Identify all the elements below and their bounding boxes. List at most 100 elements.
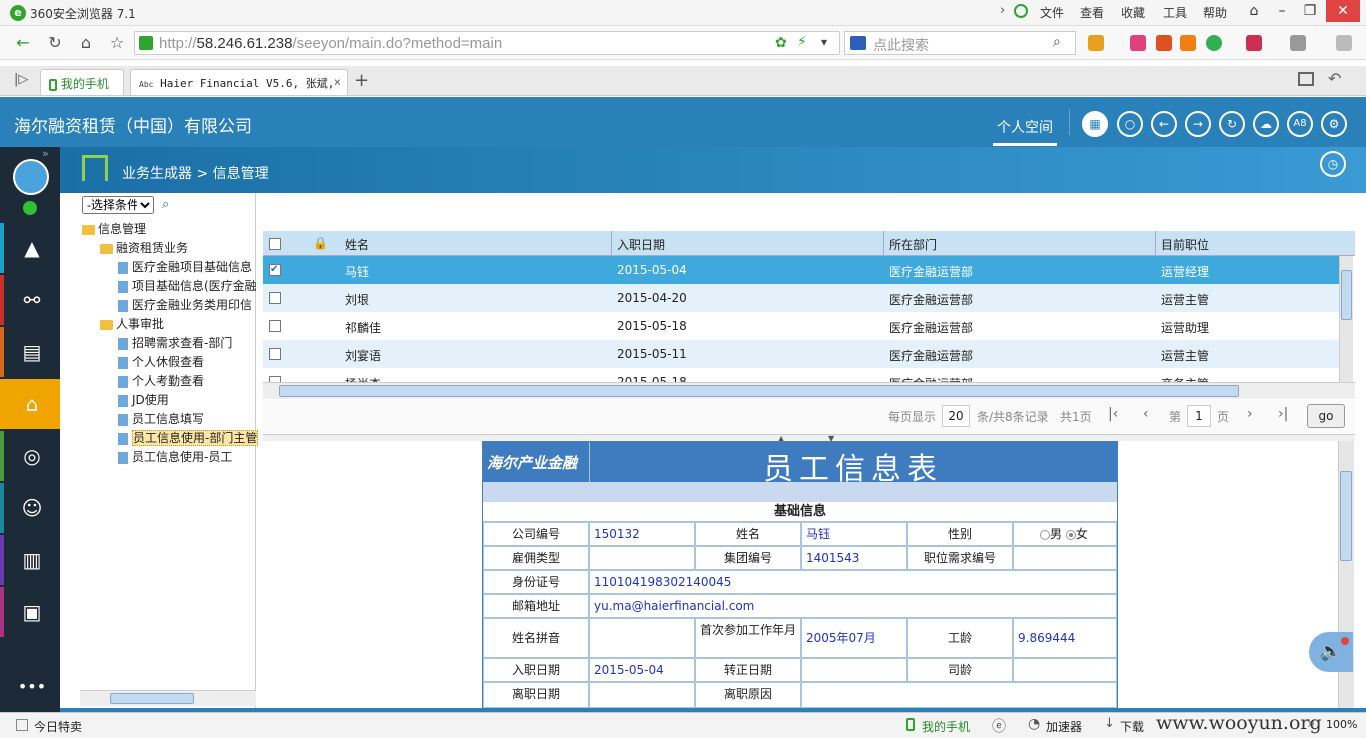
tree-node[interactable]: 信息管理 xyxy=(82,220,146,239)
first-page-icon[interactable]: |‹ xyxy=(1108,406,1118,422)
close-button[interactable]: ✕ xyxy=(1326,0,1360,22)
search-input[interactable]: 点此搜索 ⌕ xyxy=(844,31,1076,55)
close-tab-icon[interactable]: × xyxy=(334,75,341,89)
flight-icon[interactable] xyxy=(1180,35,1196,51)
tree-node[interactable]: 项目基础信息(医疗金融 xyxy=(118,277,257,296)
screenshot-icon[interactable] xyxy=(1290,35,1306,51)
forward-icon[interactable]: → xyxy=(1185,111,1211,137)
splitter[interactable]: ▲ ▼ xyxy=(263,434,1355,443)
tree-node[interactable]: 个人考勤查看 xyxy=(118,372,204,391)
cloud-icon[interactable]: ☁ xyxy=(1253,111,1279,137)
email-field[interactable]: yu.ma@haierfinancial.com xyxy=(589,594,1117,618)
leave-reason-field[interactable] xyxy=(801,682,1117,708)
lightning-icon[interactable]: ⚡ xyxy=(797,34,807,50)
sidebar-toggle-icon[interactable]: |▷ xyxy=(14,72,28,87)
nav-news-icon[interactable]: ▣ xyxy=(0,587,60,637)
menu-tools[interactable]: 工具 xyxy=(1163,4,1187,21)
scroll-thumb[interactable] xyxy=(1340,471,1352,561)
req-no-field[interactable] xyxy=(1013,546,1117,570)
female-radio[interactable] xyxy=(1065,529,1076,540)
last-page-icon[interactable]: ›| xyxy=(1278,406,1288,422)
tree-node[interactable]: 个人休假查看 xyxy=(118,353,204,372)
user-icon[interactable] xyxy=(1014,4,1028,18)
company-no-field[interactable]: 150132 xyxy=(589,522,695,546)
a8-icon[interactable]: A8 xyxy=(1287,111,1313,137)
tree-hscrollbar[interactable] xyxy=(80,690,256,706)
maximize-button[interactable]: ❐ xyxy=(1296,0,1324,22)
pin-icon[interactable]: ⌂ xyxy=(1240,0,1268,22)
col-dept[interactable]: 所在部门 xyxy=(889,236,937,253)
my-phone-link[interactable]: 我的手机 xyxy=(922,718,970,735)
new-tab-button[interactable]: + xyxy=(354,70,369,91)
back-icon[interactable]: ← xyxy=(1151,111,1177,137)
tree-node[interactable]: 人事审批 xyxy=(100,315,164,334)
tree-node[interactable]: 融资租赁业务 xyxy=(100,239,188,258)
row-checkbox[interactable]: ✔ xyxy=(269,264,281,276)
menu-help[interactable]: 帮助 xyxy=(1203,4,1227,21)
nav-target-icon[interactable]: ◎ xyxy=(0,431,60,481)
recycle-icon[interactable]: ✿ xyxy=(775,35,787,51)
menu-favorites[interactable]: 收藏 xyxy=(1121,4,1145,21)
page-input[interactable]: 1 xyxy=(1187,405,1211,427)
nav-contacts-icon[interactable]: ☺ xyxy=(0,483,60,533)
col-name[interactable]: 姓名 xyxy=(345,236,369,253)
id-field[interactable]: 110104198302140045 xyxy=(589,570,1117,594)
table-row[interactable]: 刘宴语 2015-05-11 医疗金融运营部 运营主管 xyxy=(263,340,1339,368)
scroll-thumb[interactable] xyxy=(110,693,194,704)
col-title[interactable]: 目前职位 xyxy=(1161,236,1209,253)
col-date[interactable]: 入职日期 xyxy=(617,236,665,253)
reload-icon[interactable]: ↻ xyxy=(44,32,66,54)
leave-field[interactable] xyxy=(589,682,695,708)
grid-app-icon[interactable] xyxy=(1246,35,1262,51)
scroll-thumb[interactable] xyxy=(1341,270,1352,320)
table-row[interactable]: ✔ 马钰 2015-05-04 医疗金融运营部 运营经理 xyxy=(263,256,1339,284)
zoom-level[interactable]: 100% xyxy=(1326,718,1357,731)
nav-table-icon[interactable]: ▤ xyxy=(0,327,60,377)
clock-icon[interactable]: ◷ xyxy=(1320,151,1346,177)
name-field[interactable]: 马钰 xyxy=(801,522,907,546)
minimize-button[interactable]: – xyxy=(1268,0,1296,22)
tab-personal-space[interactable]: 个人空间 xyxy=(993,117,1057,146)
refresh-icon[interactable]: ↻ xyxy=(1219,111,1245,137)
money-icon[interactable] xyxy=(1206,35,1222,51)
table-row[interactable]: 杨尚杰 2015-05-18 医疗金融运营部 商务主管 xyxy=(263,368,1339,382)
menu-file[interactable]: 文件 xyxy=(1040,4,1064,21)
nav-business-icon[interactable]: ⌂ xyxy=(0,379,60,429)
today-sale-link[interactable]: 今日特卖 xyxy=(34,718,82,735)
row-checkbox[interactable] xyxy=(269,348,281,360)
tree-node[interactable]: 员工信息使用-员工 xyxy=(118,448,232,467)
group-no-field[interactable]: 1401543 xyxy=(801,546,907,570)
male-radio[interactable] xyxy=(1040,529,1050,540)
nav-book-icon[interactable]: ▥ xyxy=(0,535,60,585)
filter-select[interactable]: -选择条件 xyxy=(82,196,154,214)
seniority-field[interactable]: 9.869444 xyxy=(1013,618,1117,658)
nav-share-icon[interactable]: ⚯ xyxy=(0,275,60,325)
grid-hscrollbar[interactable] xyxy=(263,382,1355,399)
join-field[interactable]: 2015-05-04 xyxy=(589,658,695,682)
tree-node[interactable]: 医疗金融项目基础信息 xyxy=(118,258,252,277)
tree-node[interactable]: 员工信息使用-部门主管 xyxy=(118,429,259,448)
chevron-right-icon[interactable]: › xyxy=(1000,3,1005,18)
table-row[interactable]: 刘垠 2015-04-20 医疗金融运营部 运营主管 xyxy=(263,284,1339,312)
grid-vscrollbar[interactable] xyxy=(1339,256,1353,382)
regular-field[interactable] xyxy=(801,658,907,682)
restore-tabs-icon[interactable] xyxy=(1298,72,1314,86)
accelerator-link[interactable]: 加速器 xyxy=(1046,718,1082,735)
search-icon[interactable]: ⌕ xyxy=(1053,34,1061,50)
table-row[interactable]: 祁麟佳 2015-05-18 医疗金融运营部 运营助理 xyxy=(263,312,1339,340)
star-icon[interactable]: ☆ xyxy=(106,32,128,54)
url-input[interactable]: http://58.246.61.238/seeyon/main.do?meth… xyxy=(134,31,840,55)
go-button[interactable]: go xyxy=(1307,404,1345,428)
row-checkbox[interactable] xyxy=(269,320,281,332)
search-icon[interactable]: ⌕ xyxy=(162,197,169,212)
nav-more-icon[interactable]: ••• xyxy=(0,662,60,712)
chevron-down-icon[interactable]: ▾ xyxy=(821,35,827,49)
menu-view[interactable]: 查看 xyxy=(1080,4,1104,21)
employ-type-field[interactable] xyxy=(589,546,695,570)
avatar[interactable] xyxy=(13,159,49,195)
tree-node[interactable]: 招聘需求查看-部门 xyxy=(118,334,232,353)
first-work-field[interactable]: 2005年07月 xyxy=(801,618,907,658)
download-link[interactable]: 下载 xyxy=(1120,718,1144,735)
home-icon[interactable] xyxy=(82,155,108,181)
prev-page-icon[interactable]: ‹ xyxy=(1143,406,1149,422)
